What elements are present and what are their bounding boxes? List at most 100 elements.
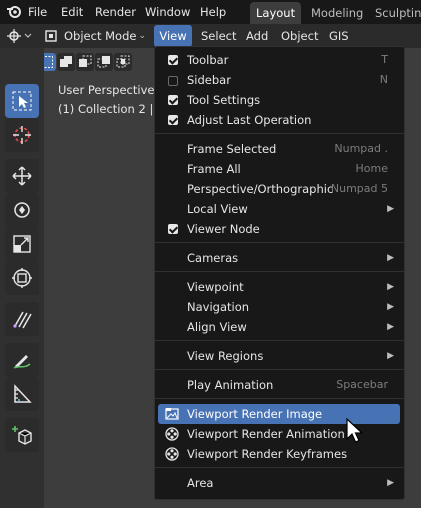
submenu-arrow-icon: ▶: [387, 302, 394, 312]
menu-select[interactable]: Select: [201, 24, 236, 48]
menu-item-frame-selected[interactable]: Frame Selected Numpad .: [155, 139, 404, 159]
menu-item-label: Frame Selected: [187, 142, 277, 156]
view-menu: Toolbar T Sidebar N Tool Settings Adjust…: [154, 46, 405, 500]
chevron-down-icon: ⌄: [138, 31, 146, 41]
menu-help[interactable]: Help: [200, 0, 226, 24]
menu-item-toolbar[interactable]: Toolbar T: [155, 50, 404, 70]
menu-view[interactable]: View: [154, 25, 192, 47]
checkbox-checked-icon[interactable]: [168, 55, 178, 65]
menu-item-viewport-render-keyframes[interactable]: Viewport Render Keyframes: [155, 444, 404, 464]
submenu-arrow-icon: ▶: [387, 351, 394, 361]
menu-item-label: View Regions: [187, 349, 264, 363]
draw-tool[interactable]: [5, 343, 39, 377]
select-mode-group: [38, 53, 132, 71]
select-box-tool[interactable]: [5, 84, 39, 118]
checkbox-checked-icon[interactable]: [168, 95, 178, 105]
measure-tool[interactable]: [5, 377, 39, 411]
render-image-icon: [165, 407, 179, 421]
menu-item-label: Adjust Last Operation: [187, 113, 312, 127]
menu-separator: [155, 340, 404, 341]
menu-separator: [155, 133, 404, 134]
select-invert-icon[interactable]: [95, 53, 113, 71]
menu-item-label: Toolbar: [187, 53, 229, 67]
select-intersect-icon[interactable]: [114, 53, 132, 71]
blender-logo-icon[interactable]: [6, 0, 22, 24]
rotate-tool[interactable]: [5, 193, 39, 227]
render-animation-icon: [165, 427, 179, 441]
scale-tool[interactable]: [5, 227, 39, 261]
menu-object[interactable]: Object: [281, 24, 318, 48]
submenu-arrow-icon: ▶: [387, 204, 394, 214]
shortcut-label: Spacebar: [336, 378, 388, 391]
menu-item-label: Area: [187, 476, 214, 490]
cursor-tool[interactable]: [5, 118, 39, 152]
menu-item-label: Align View: [187, 320, 247, 334]
viewport-title: User Perspective: [58, 83, 155, 97]
menu-item-label: Navigation: [187, 300, 250, 314]
menu-item-adjust-last-operation[interactable]: Adjust Last Operation: [155, 110, 404, 130]
menu-item-label: Viewport Render Animation: [187, 427, 345, 441]
menu-item-play-animation[interactable]: Play Animation Spacebar: [155, 375, 404, 395]
menu-separator: [155, 467, 404, 468]
menu-item-tool-settings[interactable]: Tool Settings: [155, 90, 404, 110]
menu-item-label: Tool Settings: [187, 93, 261, 107]
menu-window[interactable]: Window: [145, 0, 190, 24]
menu-item-viewport-render-animation[interactable]: Viewport Render Animation: [155, 424, 404, 444]
menu-item-local-view[interactable]: Local View ▶: [155, 199, 404, 219]
shortcut-label: Numpad .: [334, 142, 388, 155]
menu-item-viewer-node[interactable]: Viewer Node: [155, 219, 404, 239]
menu-render[interactable]: Render: [95, 0, 136, 24]
transform-tool[interactable]: [5, 261, 39, 295]
menu-item-frame-all[interactable]: Frame All Home: [155, 159, 404, 179]
shortcut-label: Home: [355, 162, 388, 175]
menu-item-sidebar[interactable]: Sidebar N: [155, 70, 404, 90]
editor-type-icon[interactable]: [6, 24, 34, 48]
render-keyframes-icon: [165, 447, 179, 461]
menu-item-cameras[interactable]: Cameras ▶: [155, 248, 404, 268]
checkbox-checked-icon[interactable]: [168, 224, 178, 234]
menu-gis[interactable]: GIS: [329, 24, 349, 48]
mouse-cursor-icon: [346, 417, 364, 449]
tab-layout[interactable]: Layout: [250, 2, 302, 24]
submenu-arrow-icon: ▶: [387, 478, 394, 488]
menu-item-align-view[interactable]: Align View ▶: [155, 317, 404, 337]
menu-item-label: Sidebar: [187, 73, 231, 87]
annotate-tool[interactable]: [5, 302, 39, 336]
menu-item-label: Play Animation: [187, 378, 274, 392]
menu-separator: [155, 242, 404, 243]
select-subtract-icon[interactable]: [76, 53, 94, 71]
menu-separator: [155, 369, 404, 370]
mode-selector[interactable]: Object Mode ⌄: [40, 26, 150, 46]
menu-file[interactable]: File: [28, 0, 47, 24]
checkbox-checked-icon[interactable]: [168, 115, 178, 125]
add-cube-tool[interactable]: [5, 418, 39, 452]
tab-modeling[interactable]: Modeling: [305, 2, 369, 24]
menu-item-label: Viewer Node: [187, 222, 260, 236]
mode-label: Object Mode: [64, 29, 137, 43]
submenu-arrow-icon: ▶: [387, 253, 394, 263]
menu-item-area[interactable]: Area ▶: [155, 473, 404, 493]
menu-separator: [155, 271, 404, 272]
viewport-subtitle: (1) Collection 2 | Li: [58, 102, 167, 116]
menu-separator: [155, 398, 404, 399]
menu-item-label: Perspective/Orthographic: [187, 182, 334, 196]
submenu-arrow-icon: ▶: [387, 282, 394, 292]
menu-item-viewpoint[interactable]: Viewpoint ▶: [155, 277, 404, 297]
menu-item-perspective-orthographic[interactable]: Perspective/Orthographic Numpad 5: [155, 179, 404, 199]
menu-item-navigation[interactable]: Navigation ▶: [155, 297, 404, 317]
menu-item-view-regions[interactable]: View Regions ▶: [155, 346, 404, 366]
menu-add[interactable]: Add: [246, 24, 268, 48]
menu-item-label: Viewport Render Image: [187, 407, 323, 421]
shortcut-label: Numpad 5: [330, 182, 388, 195]
menu-item-label: Frame All: [187, 162, 241, 176]
select-extend-icon[interactable]: [57, 53, 75, 71]
menu-item-label: Viewport Render Keyframes: [187, 447, 348, 461]
menu-edit[interactable]: Edit: [61, 0, 83, 24]
submenu-arrow-icon: ▶: [387, 322, 394, 332]
menu-item-label: Viewpoint: [187, 280, 244, 294]
menu-item-label: Cameras: [187, 251, 239, 265]
tab-sculpting[interactable]: Sculpting: [369, 2, 421, 24]
move-tool[interactable]: [5, 159, 39, 193]
checkbox-unchecked-icon[interactable]: [168, 76, 178, 86]
shortcut-label: N: [379, 73, 388, 86]
